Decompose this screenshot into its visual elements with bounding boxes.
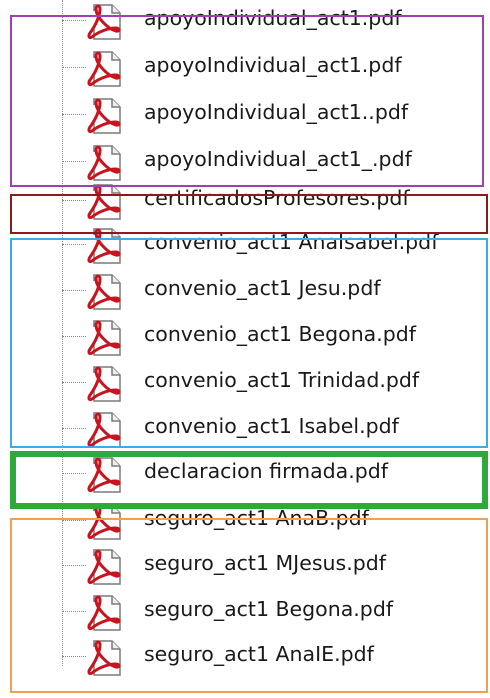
seguro-group-highlight [10, 518, 488, 693]
apoyo-group-highlight [10, 15, 484, 187]
declaracion-group-highlight [10, 451, 488, 509]
certificados-group-highlight [10, 194, 488, 234]
convenio-group-highlight [10, 238, 488, 448]
